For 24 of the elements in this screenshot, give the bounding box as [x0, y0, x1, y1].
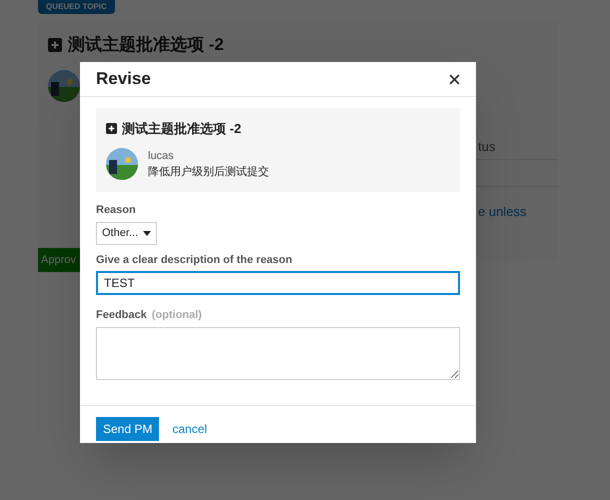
optional-note: (optional) — [152, 308, 202, 323]
dialog-title: Revise — [96, 68, 151, 90]
link[interactable]: e unless — [478, 202, 526, 222]
caret-icon — [143, 230, 152, 236]
topic-title: 测试主题批准选项 -2 — [68, 34, 224, 56]
description-field[interactable]: TEST — [96, 271, 460, 295]
post-excerpt: 降低用户级别后测试提交 — [148, 164, 269, 180]
field-label: Give a clear description of the reason — [96, 252, 294, 268]
field-label: Reason — [96, 203, 137, 218]
approve-button[interactable]: Approv — [38, 248, 80, 272]
feedback-field[interactable] — [96, 326, 460, 380]
avatar-picture — [106, 148, 138, 180]
topic-title: 测试主题批准选项 -2 — [122, 120, 242, 138]
reason-dropdown[interactable]: Other... — [96, 222, 158, 244]
status-badge: QUEUED TOPIC — [38, 0, 115, 14]
plus-square-icon — [48, 38, 62, 52]
text-fragment: tus — [478, 138, 496, 156]
username: lucas — [148, 148, 175, 164]
send-button[interactable]: Send PM — [96, 416, 160, 440]
cancel-link[interactable]: cancel — [172, 420, 208, 438]
plus-square-icon — [106, 123, 117, 134]
avatar-picture — [48, 70, 80, 102]
field-label: Feedback — [96, 308, 147, 323]
close-icon[interactable] — [449, 74, 460, 84]
